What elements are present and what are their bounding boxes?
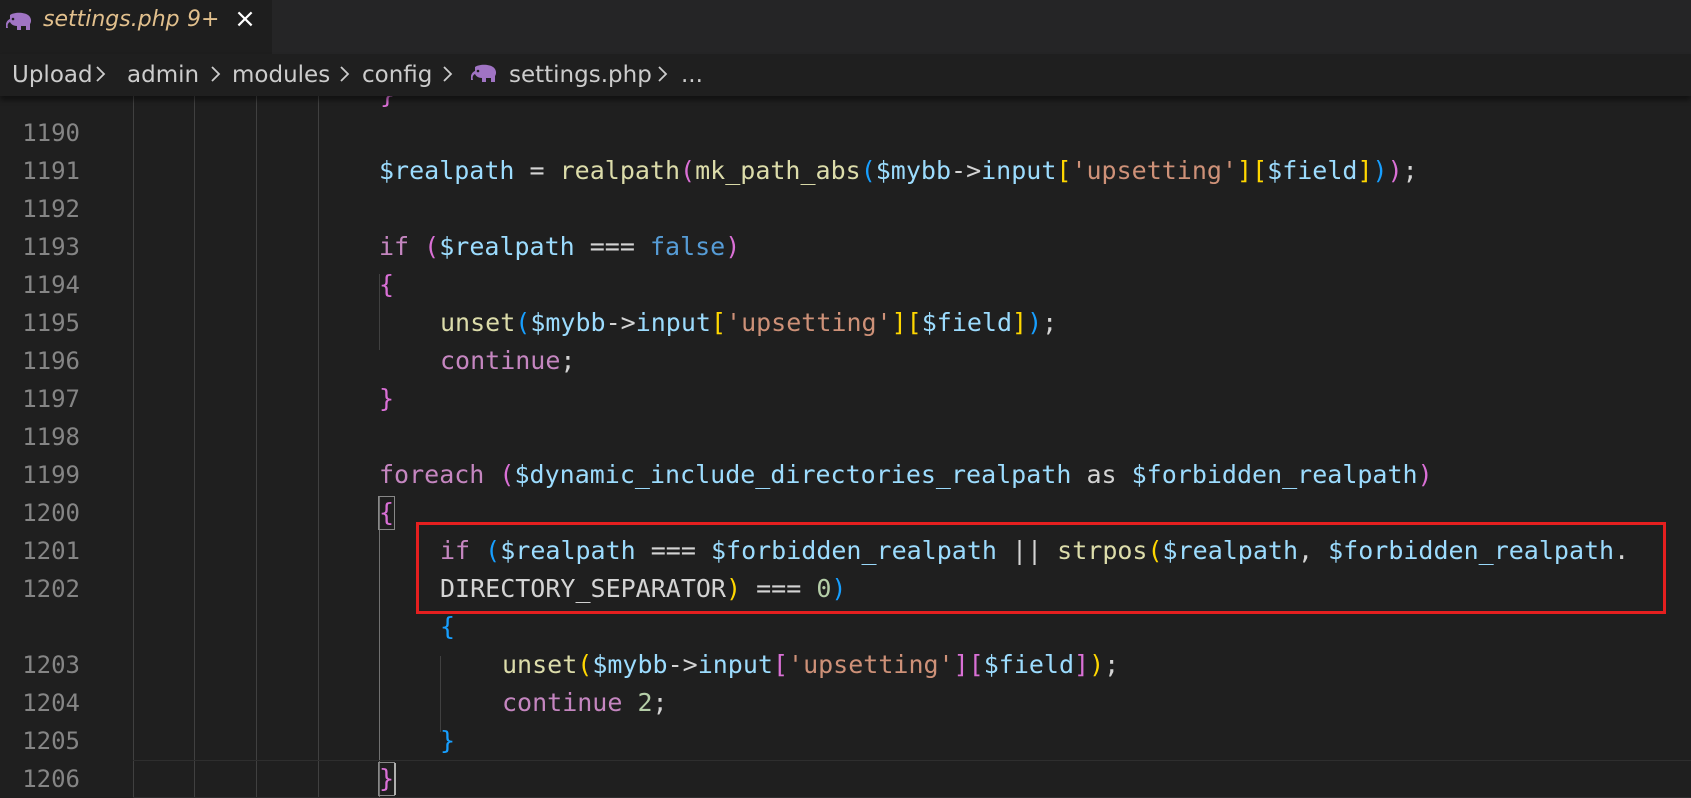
php-elephant-icon	[5, 12, 34, 32]
code-text: {	[379, 270, 395, 299]
code-line: 1190 }	[0, 96, 1691, 147]
breadcrumb-item-config[interactable]: config	[362, 62, 432, 88]
text-cursor	[394, 763, 396, 795]
code-text: if ($realpath === false)	[379, 232, 741, 261]
breadcrumb: Upload admin modules config settings.php…	[0, 54, 1691, 96]
breadcrumb-item-settings-php[interactable]: settings.php	[509, 62, 652, 88]
code-text: unset($mybb->input['upsetting'][$field])…	[502, 650, 1120, 679]
code-line: 1200 foreach ($dynamic_include_directori…	[0, 456, 1691, 527]
code-line: 1195 {	[0, 266, 1691, 337]
chevron-right-icon	[336, 58, 354, 90]
breadcrumb-item-modules[interactable]: modules	[232, 62, 330, 88]
code-text: foreach ($dynamic_include_directories_re…	[379, 460, 1433, 489]
bracket-match: }	[377, 762, 396, 796]
breadcrumb-item-admin[interactable]: admin	[127, 62, 199, 88]
code-line: 1204 unset($mybb->input['upsetting'][$fi…	[0, 646, 1691, 717]
code-text: }	[379, 384, 395, 413]
close-icon[interactable]: ×	[232, 4, 258, 34]
chevron-right-icon	[92, 58, 110, 90]
code-text: $realpath = realpath(mk_path_abs($mybb->…	[379, 156, 1418, 185]
code-text: continue;	[440, 346, 576, 375]
breadcrumb-item-upload[interactable]: Upload	[12, 62, 93, 88]
code-line: 1193	[0, 190, 1691, 261]
code-line: 1191	[0, 114, 1691, 185]
chevron-right-icon	[654, 58, 672, 90]
code-text: unset($mybb->input['upsetting'][$field])…	[440, 308, 1058, 337]
code-line: 1196 unset($mybb->input['upsetting'][$fi…	[0, 304, 1691, 375]
code-text: }	[440, 726, 456, 755]
code-line: 1192 $realpath = realpath(mk_path_abs($m…	[0, 152, 1691, 223]
breadcrumb-item-symbols[interactable]: ...	[681, 62, 703, 88]
code-line: 1197 continue;	[0, 342, 1691, 413]
code-line: 1198 }	[0, 380, 1691, 451]
code-line: 1199	[0, 418, 1691, 489]
tab-settings-php[interactable]: settings.php 9+ ×	[0, 0, 272, 54]
code-line: 1205 continue 2;	[0, 684, 1691, 755]
chevron-right-icon	[207, 58, 225, 90]
code-editor[interactable]: 1190 } 1191 1192 $realpath = realpath(mk…	[0, 96, 1691, 798]
code-text: }	[380, 96, 395, 114]
code-line: 1194 if ($realpath === false)	[0, 228, 1691, 299]
code-line: 1206 }	[0, 722, 1691, 793]
bracket-match: {	[377, 496, 396, 530]
tab-title: settings.php	[43, 7, 180, 32]
chevron-right-icon	[439, 58, 457, 90]
code-text: continue 2;	[502, 688, 668, 717]
php-elephant-icon	[470, 64, 499, 84]
tab-bar: settings.php 9+ ×	[0, 0, 1691, 54]
code-line-current: 1207 }	[0, 760, 1691, 798]
highlight-box	[416, 522, 1666, 614]
problems-badge: 9+	[187, 7, 220, 32]
